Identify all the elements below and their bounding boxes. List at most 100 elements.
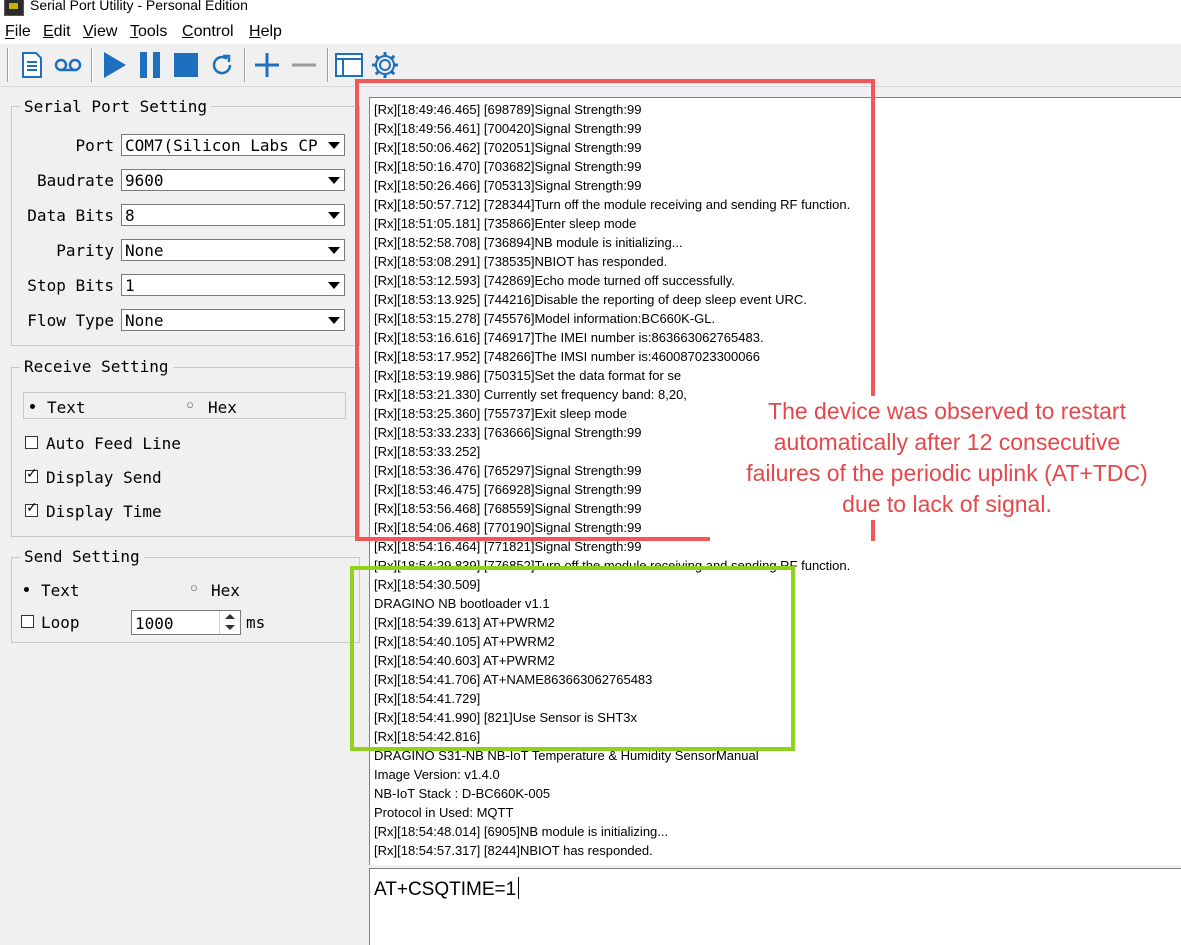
display-time-checkbox[interactable] [25, 500, 38, 517]
send-hex-label: Hex [211, 581, 240, 600]
app-icon [4, 0, 24, 16]
toolbar-separator [7, 48, 9, 82]
log-line: [Rx][18:54:41.706] AT+NAME86366306276548… [374, 672, 653, 687]
loop-interval-spinbox[interactable]: 1000 [131, 610, 241, 635]
parity-label: Parity [56, 241, 114, 260]
settings-button[interactable] [369, 48, 401, 82]
baudrate-select[interactable]: 9600 [121, 169, 345, 191]
flow-type-value: None [125, 311, 164, 330]
log-line: [Rx][18:53:16.616] [746917]The IMEI numb… [374, 330, 764, 345]
receive-setting-title: Receive Setting [20, 357, 173, 376]
add-icon [255, 53, 279, 77]
loop-checkbox[interactable] [21, 615, 34, 628]
port-label: Port [75, 136, 114, 155]
play-icon [104, 52, 126, 78]
text-caret [518, 877, 520, 899]
send-text-radio[interactable] [21, 584, 33, 596]
serial-port-setting-title: Serial Port Setting [20, 97, 212, 116]
stop-icon [174, 53, 198, 77]
menu-view-label: View [83, 23, 118, 40]
red-highlight-bottom-edge [355, 537, 710, 541]
new-document-icon [22, 52, 42, 78]
menu-file-label: File [5, 23, 31, 40]
spin-buttons[interactable] [219, 611, 240, 634]
data-bits-select[interactable]: 8 [121, 204, 345, 226]
menu-view[interactable]: View [83, 23, 117, 41]
record-button[interactable] [52, 48, 84, 82]
display-send-label: Display Send [46, 468, 162, 487]
chevron-down-icon[interactable] [324, 205, 344, 225]
send-text-label: Text [41, 581, 80, 600]
log-line: [Rx][18:50:06.462] [702051]Signal Streng… [374, 140, 642, 155]
log-line: [Rx][18:53:17.952] [748266]The IMSI numb… [374, 349, 760, 364]
remove-button[interactable] [288, 48, 320, 82]
menu-help-label: Help [249, 23, 282, 40]
menu-edit[interactable]: Edit [43, 23, 71, 41]
log-line: [Rx][18:54:06.468] [770190]Signal Streng… [374, 520, 642, 535]
log-line: [Rx][18:53:15.278] [745576]Model informa… [374, 311, 716, 326]
annotation-note: The device was observed to restart autom… [714, 396, 1180, 520]
window-button[interactable] [333, 48, 365, 82]
log-line: [Rx][18:54:41.990] [821]Use Sensor is SH… [374, 710, 638, 725]
play-button[interactable] [98, 48, 130, 82]
send-input[interactable]: AT+CSQTIME=1 [369, 868, 1181, 945]
receive-hex-label: Hex [208, 398, 237, 417]
chevron-down-icon[interactable] [225, 625, 235, 630]
annotation-line: failures of the periodic uplink (AT+TDC) [746, 460, 1148, 486]
new-document-button[interactable] [16, 48, 48, 82]
window-icon [335, 53, 363, 77]
menu-bar: File Edit View Tools Control Help [0, 18, 1181, 44]
receive-hex-radio[interactable]: ○ [186, 397, 198, 413]
stop-bits-select[interactable]: 1 [121, 274, 345, 296]
annotation-line: automatically after 12 consecutive [773, 429, 1121, 455]
annotation-line: due to lack of signal. [842, 491, 1052, 517]
send-hex-radio[interactable]: ○ [190, 580, 202, 596]
toolbar-separator [327, 48, 329, 82]
chevron-down-icon[interactable] [324, 170, 344, 190]
settings-gear-icon [372, 52, 398, 78]
baudrate-label: Baudrate [36, 171, 114, 190]
receive-text-label: Text [47, 398, 86, 417]
parity-select[interactable]: None [121, 239, 345, 261]
port-select[interactable]: COM7(Silicon Labs CP [121, 134, 345, 156]
log-line: NB-IoT Stack : D-BC660K-005 [374, 786, 551, 801]
chevron-down-icon[interactable] [324, 240, 344, 260]
stop-bits-value: 1 [125, 276, 135, 295]
add-button[interactable] [251, 48, 283, 82]
window-title: Serial Port Utility - Personal Edition [30, 0, 248, 13]
chevron-down-icon[interactable] [324, 135, 344, 155]
send-input-text: AT+CSQTIME=1 [374, 877, 520, 901]
log-line: Image Version: v1.4.0 [374, 767, 500, 782]
loop-label: Loop [41, 613, 80, 632]
auto-feed-line-label: Auto Feed Line [46, 434, 181, 453]
display-send-checkbox[interactable] [25, 466, 38, 483]
log-line: [Rx][18:54:41.729] [374, 691, 481, 706]
chevron-up-icon[interactable] [225, 614, 235, 619]
menu-help[interactable]: Help [249, 23, 282, 41]
send-setting-title: Send Setting [20, 547, 144, 566]
pause-button[interactable] [134, 48, 166, 82]
receive-text-radio[interactable] [27, 401, 39, 413]
auto-feed-line-checkbox[interactable] [25, 436, 38, 449]
baudrate-value: 9600 [125, 171, 164, 190]
log-line: [Rx][18:54:57.317] [8244]NBIOT has respo… [374, 843, 653, 858]
refresh-button[interactable] [206, 48, 238, 82]
refresh-icon [212, 54, 232, 75]
menu-tools[interactable]: Tools [130, 23, 167, 41]
menu-file[interactable]: File [5, 23, 31, 41]
remove-icon [292, 63, 316, 67]
data-bits-label: Data Bits [27, 206, 114, 225]
log-line: Protocol in Used: MQTT [374, 805, 514, 820]
loop-interval-value: 1000 [135, 614, 174, 633]
stop-button[interactable] [170, 48, 202, 82]
menu-control[interactable]: Control [182, 23, 234, 41]
log-line: [Rx][18:49:56.461] [700420]Signal Streng… [374, 121, 642, 136]
toolbar-separator [244, 48, 246, 82]
chevron-down-icon[interactable] [324, 310, 344, 330]
title-bar: Serial Port Utility - Personal Edition [0, 0, 1181, 18]
chevron-down-icon[interactable] [324, 275, 344, 295]
flow-type-select[interactable]: None [121, 309, 345, 331]
display-time-label: Display Time [46, 502, 162, 521]
log-line: [Rx][18:51:05.181] [735866]Enter sleep m… [374, 216, 637, 231]
log-line: [Rx][18:54:40.105] AT+PWRM2 [374, 634, 555, 649]
